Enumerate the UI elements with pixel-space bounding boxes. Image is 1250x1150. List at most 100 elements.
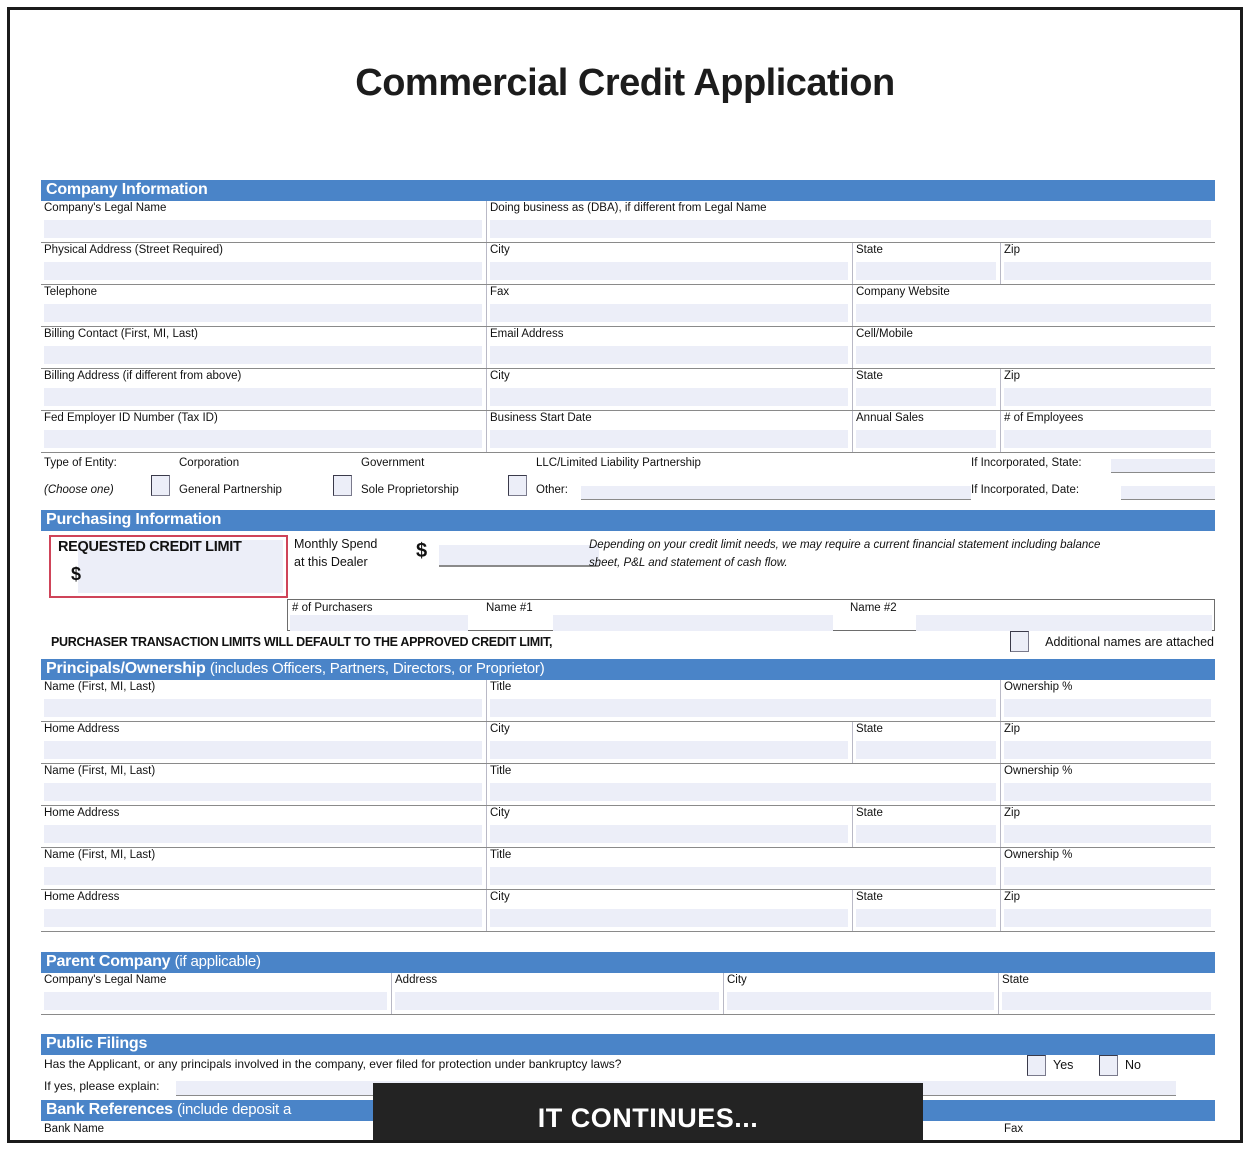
field-principal-2-state[interactable]: State [852, 806, 1000, 847]
field-physical-address[interactable]: Physical Address (Street Required) [41, 243, 486, 284]
field-input[interactable] [490, 867, 996, 885]
field-incorporated-state-input[interactable] [1111, 459, 1215, 473]
field-input[interactable] [1004, 430, 1211, 448]
field-billing-address[interactable]: Billing Address (if different from above… [41, 369, 486, 410]
field-input[interactable] [490, 262, 848, 280]
checkbox-bankruptcy-yes[interactable] [1027, 1055, 1046, 1076]
field-input[interactable] [44, 909, 482, 927]
field-input[interactable] [490, 783, 996, 801]
requested-credit-limit-box[interactable]: REQUESTED CREDIT LIMIT $ [49, 535, 288, 598]
field-email-address[interactable]: Email Address [486, 327, 852, 368]
field-input[interactable] [1004, 825, 1211, 843]
field-input[interactable] [856, 825, 996, 843]
field-principal-1-ownership[interactable]: Ownership % [1000, 680, 1215, 721]
field-city[interactable]: City [486, 243, 852, 284]
field-input[interactable] [44, 346, 482, 364]
field-company-website[interactable]: Company Website [852, 285, 1215, 326]
field-billing-state[interactable]: State [852, 369, 1000, 410]
field-principal-1-home-address[interactable]: Home Address [41, 722, 486, 763]
field-principal-3-city[interactable]: City [486, 890, 852, 931]
field-input[interactable] [1004, 867, 1211, 885]
field-input[interactable] [856, 741, 996, 759]
field-billing-contact[interactable]: Billing Contact (First, MI, Last) [41, 327, 486, 368]
field-num-employees[interactable]: # of Employees [1000, 411, 1215, 452]
field-parent-address[interactable]: Address [391, 973, 723, 1014]
field-input[interactable] [44, 825, 482, 843]
field-input[interactable] [1004, 262, 1211, 280]
field-parent-city[interactable]: City [723, 973, 998, 1014]
field-input[interactable] [856, 346, 1211, 364]
field-input[interactable] [490, 220, 1211, 238]
field-business-start-date[interactable]: Business Start Date [486, 411, 852, 452]
num-purchasers-input[interactable] [290, 615, 468, 631]
field-principal-2-city[interactable]: City [486, 806, 852, 847]
field-principal-2-zip[interactable]: Zip [1000, 806, 1215, 847]
field-input[interactable] [490, 741, 848, 759]
field-other-entity-input[interactable] [581, 486, 971, 500]
field-principal-1-state[interactable]: State [852, 722, 1000, 763]
field-input[interactable] [1004, 741, 1211, 759]
field-input[interactable] [1002, 992, 1211, 1010]
field-cell-mobile[interactable]: Cell/Mobile [852, 327, 1215, 368]
name2-input[interactable] [916, 615, 1212, 631]
field-principal-3-state[interactable]: State [852, 890, 1000, 931]
field-principal-1-title[interactable]: Title [486, 680, 1000, 721]
field-input[interactable] [44, 430, 482, 448]
field-zip[interactable]: Zip [1000, 243, 1215, 284]
field-input[interactable] [490, 346, 848, 364]
field-input[interactable] [44, 262, 482, 280]
field-input[interactable] [856, 430, 996, 448]
field-principal-2-name[interactable]: Name (First, MI, Last) [41, 764, 486, 805]
field-input[interactable] [44, 220, 482, 238]
field-parent-legal-name[interactable]: Company's Legal Name [41, 973, 391, 1014]
field-input[interactable] [44, 388, 482, 406]
field-principal-3-ownership[interactable]: Ownership % [1000, 848, 1215, 889]
field-input[interactable] [490, 388, 848, 406]
field-input[interactable] [490, 699, 996, 717]
field-input[interactable] [44, 304, 482, 322]
field-dba-name[interactable]: Doing business as (DBA), if different fr… [486, 201, 1215, 242]
field-fax[interactable]: Fax [486, 285, 852, 326]
field-input[interactable] [856, 304, 1211, 322]
field-input[interactable] [856, 262, 996, 280]
checkbox-additional-names-attached[interactable] [1010, 631, 1029, 652]
field-input[interactable] [490, 430, 848, 448]
field-input[interactable] [1004, 909, 1211, 927]
field-input[interactable] [1004, 783, 1211, 801]
field-principal-3-home-address[interactable]: Home Address [41, 890, 486, 931]
field-principal-3-title[interactable]: Title [486, 848, 1000, 889]
field-input[interactable] [490, 825, 848, 843]
field-principal-2-home-address[interactable]: Home Address [41, 806, 486, 847]
field-annual-sales[interactable]: Annual Sales [852, 411, 1000, 452]
field-input[interactable] [44, 741, 482, 759]
field-input[interactable] [490, 909, 848, 927]
field-company-legal-name[interactable]: Company's Legal Name [41, 201, 486, 242]
field-state[interactable]: State [852, 243, 1000, 284]
checkbox-bankruptcy-no[interactable] [1099, 1055, 1118, 1076]
monthly-spend-input[interactable] [439, 545, 599, 567]
field-fed-employer-id[interactable]: Fed Employer ID Number (Tax ID) [41, 411, 486, 452]
field-input[interactable] [856, 388, 996, 406]
field-input[interactable] [44, 699, 482, 717]
field-input[interactable] [395, 992, 719, 1010]
field-principal-1-name[interactable]: Name (First, MI, Last) [41, 680, 486, 721]
field-billing-zip[interactable]: Zip [1000, 369, 1215, 410]
field-telephone[interactable]: Telephone [41, 285, 486, 326]
field-input[interactable] [1004, 699, 1211, 717]
field-billing-city[interactable]: City [486, 369, 852, 410]
field-principal-1-zip[interactable]: Zip [1000, 722, 1215, 763]
field-input[interactable] [44, 783, 482, 801]
field-parent-state[interactable]: State [998, 973, 1215, 1014]
field-principal-1-city[interactable]: City [486, 722, 852, 763]
field-principal-3-name[interactable]: Name (First, MI, Last) [41, 848, 486, 889]
checkbox-sole-proprietorship[interactable] [333, 475, 352, 496]
field-input[interactable] [1004, 388, 1211, 406]
checkbox-general-partnership[interactable] [151, 475, 170, 496]
field-input[interactable] [44, 992, 387, 1010]
name1-input[interactable] [553, 615, 833, 631]
field-incorporated-date-input[interactable] [1121, 486, 1215, 500]
field-input[interactable] [856, 909, 996, 927]
field-input[interactable] [44, 867, 482, 885]
field-input[interactable] [490, 304, 848, 322]
field-input[interactable] [727, 992, 994, 1010]
